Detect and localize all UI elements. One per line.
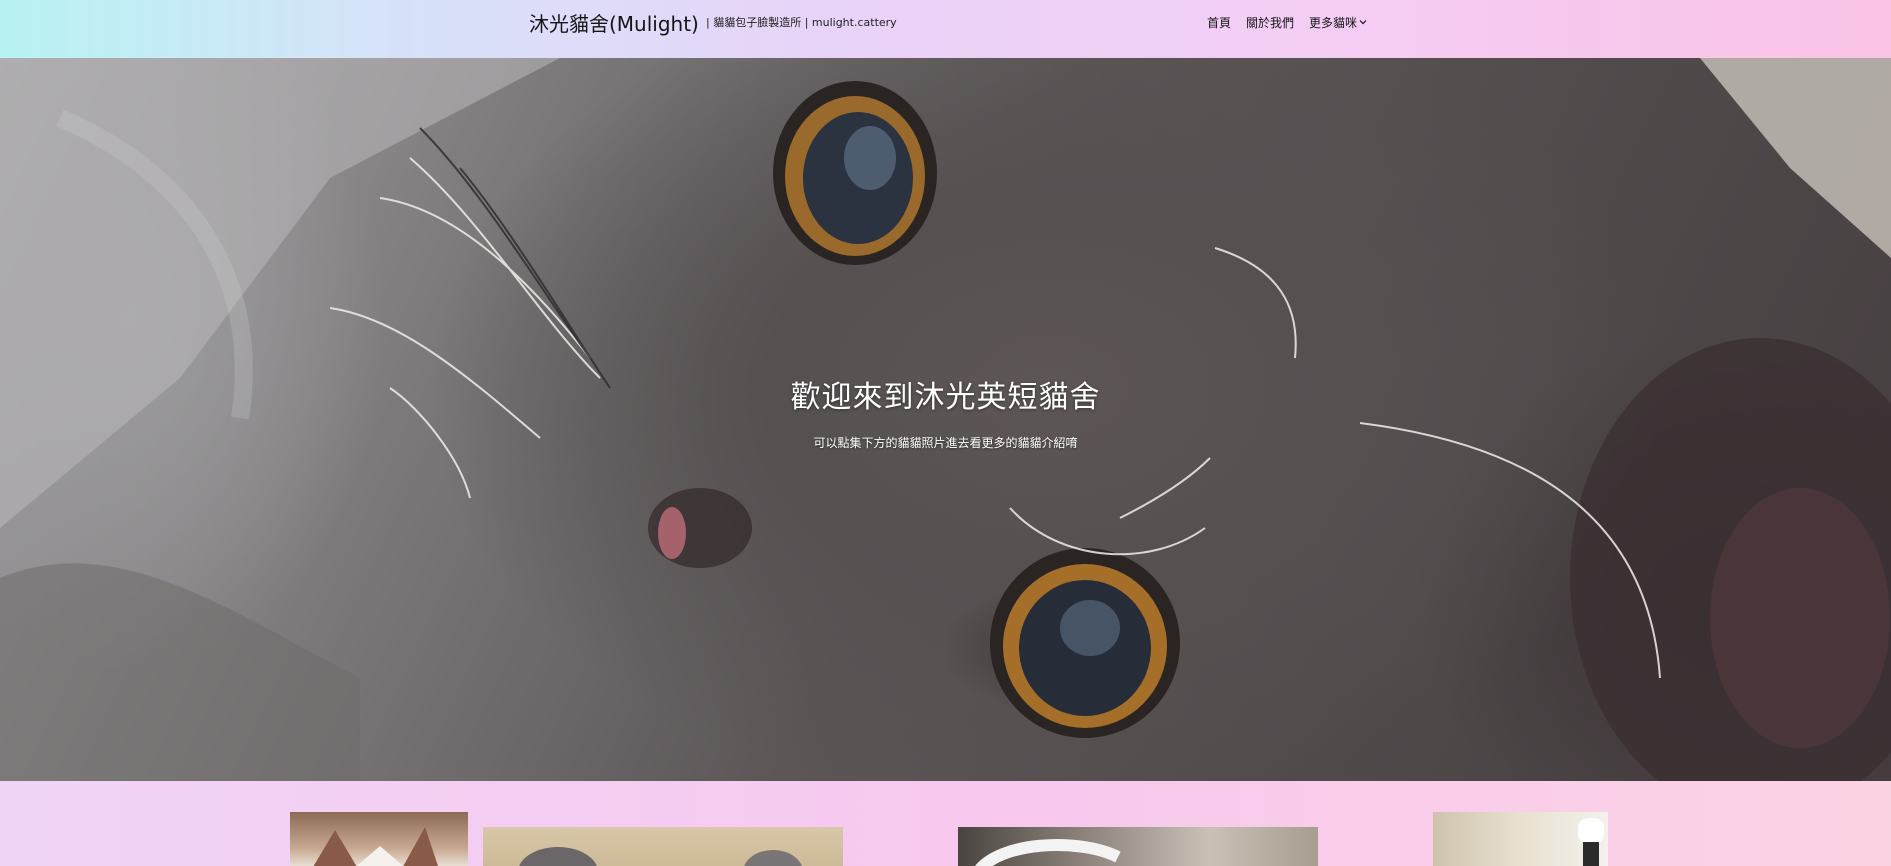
hero-banner: 歡迎來到沐光英短貓舍 可以點集下方的貓貓照片進去看更多的貓貓介紹唷	[0, 58, 1891, 781]
cat-photo-4	[1578, 818, 1604, 866]
cat-photo-card[interactable]	[958, 827, 1318, 866]
chevron-down-icon	[1359, 20, 1367, 25]
site-tagline: | 貓貓包子臉製造所 | mulight.cattery	[706, 16, 897, 29]
hero-subtitle: 可以點集下方的貓貓照片進去看更多的貓貓介紹唷	[813, 436, 1078, 450]
nav-about-link[interactable]: 關於我們	[1246, 14, 1294, 31]
hero-title: 歡迎來到沐光英短貓舍	[790, 380, 1101, 415]
hero-cat-photo	[0, 58, 1891, 781]
nav-home-link[interactable]: 首頁	[1207, 14, 1231, 31]
site-header: 沐光貓舍(Mulight) | 貓貓包子臉製造所 | mulight.catte…	[0, 0, 1891, 58]
nav-more-cats-label: 更多貓咪	[1309, 15, 1358, 30]
cat-photo-3	[975, 839, 1121, 866]
cat-photo-1	[313, 827, 438, 866]
nav-home-label: 首頁	[1207, 15, 1232, 30]
site-brand[interactable]: 沐光貓舍(Mulight)	[529, 8, 699, 37]
cat-photo-2	[519, 847, 802, 866]
nav-about-label: 關於我們	[1246, 15, 1295, 30]
cat-photo-card[interactable]	[483, 827, 843, 866]
main-nav: 首頁 關於我們 更多貓咪	[1207, 13, 1367, 31]
cat-photo-card[interactable]	[1433, 812, 1608, 866]
nav-more-cats-dropdown[interactable]: 更多貓咪	[1309, 14, 1367, 31]
cat-photo-card[interactable]	[290, 812, 468, 866]
